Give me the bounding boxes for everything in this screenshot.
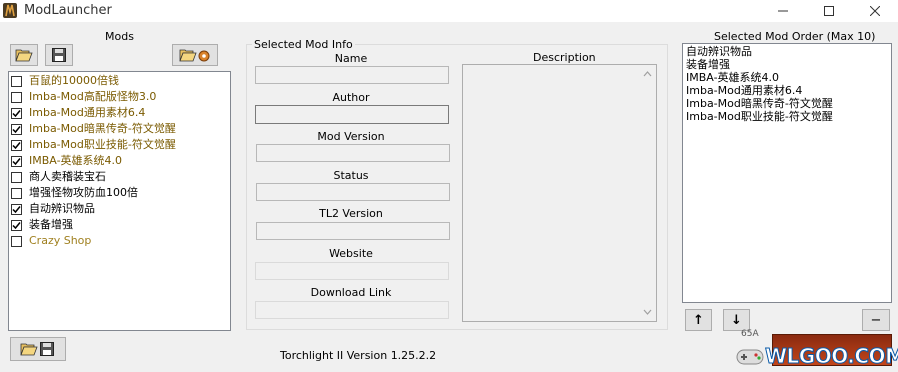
close-icon xyxy=(870,6,880,16)
gamepad-icon xyxy=(736,349,764,365)
watermark-text: WLGOO.COM xyxy=(764,344,898,369)
description-label: Description xyxy=(533,51,596,64)
mods-list[interactable]: 百鼠的10000倍钱 Imba-Mod高配版怪物3.0 Imba-Mod通用素材… xyxy=(8,71,231,331)
folder-settings-button[interactable] xyxy=(172,44,218,66)
download-link-field[interactable] xyxy=(255,301,449,319)
name-label: Name xyxy=(334,52,368,65)
author-label: Author xyxy=(332,91,370,104)
order-item[interactable]: IMBA-英雄系统4.0 xyxy=(686,71,779,84)
download-link-label: Download Link xyxy=(310,286,392,299)
mod-item[interactable]: Imba-Mod通用素材6.4 xyxy=(11,105,145,121)
description-box[interactable] xyxy=(462,64,657,322)
mod-label: Imba-Mod暗黑传奇-符文觉醒 xyxy=(29,122,176,135)
mod-checkbox[interactable] xyxy=(11,75,22,87)
mod-order-list[interactable]: 自动辨识物品 装备增强 IMBA-英雄系统4.0 Imba-Mod通用素材6.4… xyxy=(682,43,892,303)
folder-gear-icon xyxy=(179,49,210,62)
mod-item[interactable]: IMBA-英雄系统4.0 xyxy=(11,153,122,169)
footer-folder-save-button[interactable] xyxy=(10,337,66,361)
mod-item[interactable]: 装备增强 xyxy=(11,217,73,233)
mod-checkbox[interactable] xyxy=(11,139,22,151)
mod-label: 增强怪物攻防血100倍 xyxy=(29,186,138,199)
watermark: 65A WLGOO.COM xyxy=(735,328,898,372)
mod-checkbox[interactable] xyxy=(11,123,22,135)
mod-checkbox[interactable] xyxy=(11,107,22,119)
mod-label: Crazy Shop xyxy=(29,234,92,247)
checkmark-icon xyxy=(12,221,21,229)
order-item[interactable]: Imba-Mod通用素材6.4 xyxy=(686,84,802,97)
minimize-icon xyxy=(778,10,788,12)
open-folder-button[interactable] xyxy=(10,44,38,66)
checkmark-icon xyxy=(12,125,21,133)
order-item[interactable]: 自动辨识物品 xyxy=(686,45,752,58)
mod-item[interactable]: 增强怪物攻防血100倍 xyxy=(11,185,138,201)
mod-label: IMBA-英雄系统4.0 xyxy=(29,154,123,167)
save-button[interactable] xyxy=(45,44,73,66)
mod-version-label: Mod Version xyxy=(317,130,385,143)
window-title: ModLauncher xyxy=(24,3,112,18)
mod-version-field[interactable] xyxy=(256,144,450,162)
checkmark-icon xyxy=(12,109,21,117)
mod-item[interactable]: Crazy Shop xyxy=(11,233,91,249)
mod-checkbox[interactable] xyxy=(11,155,22,167)
status-field[interactable] xyxy=(256,183,450,201)
mod-checkbox[interactable] xyxy=(11,187,22,199)
checkmark-icon xyxy=(12,141,21,149)
minimize-button[interactable] xyxy=(760,0,806,22)
maximize-button[interactable] xyxy=(806,0,852,22)
order-item[interactable]: 装备增强 xyxy=(686,58,730,71)
app-icon xyxy=(3,3,17,18)
mod-label: Imba-Mod高配版怪物3.0 xyxy=(29,90,157,103)
floppy-disk-icon xyxy=(52,48,66,62)
mod-checkbox[interactable] xyxy=(11,171,22,183)
minus-icon: − xyxy=(870,312,882,328)
maximize-icon xyxy=(824,6,834,16)
close-button[interactable] xyxy=(852,0,898,22)
arrow-down-icon: ↓ xyxy=(731,312,742,328)
checkmark-icon xyxy=(12,205,21,213)
mod-label: 百鼠的10000倍钱 xyxy=(29,74,119,87)
mod-item[interactable]: 商人卖稽装宝石 xyxy=(11,169,106,185)
mod-label: Imba-Mod通用素材6.4 xyxy=(29,106,146,119)
mod-item[interactable]: 百鼠的10000倍钱 xyxy=(11,73,119,89)
name-field[interactable] xyxy=(255,66,449,84)
tl2-version-label: TL2 Version xyxy=(319,207,383,220)
checkmark-icon xyxy=(12,157,21,165)
mod-info-title: Selected Mod Info xyxy=(252,38,355,51)
mod-item[interactable]: Imba-Mod暗黑传奇-符文觉醒 xyxy=(11,121,176,137)
mod-checkbox[interactable] xyxy=(11,219,22,231)
mod-checkbox[interactable] xyxy=(11,203,22,215)
mod-label: 商人卖稽装宝石 xyxy=(29,170,106,183)
description-scrollbar[interactable] xyxy=(639,65,656,321)
arrow-up-icon: ↑ xyxy=(693,312,704,328)
mod-item[interactable]: 自动辨识物品 xyxy=(11,201,95,217)
order-title: Selected Mod Order (Max 10) xyxy=(714,30,876,43)
move-up-button[interactable]: ↑ xyxy=(685,309,712,331)
website-label: Website xyxy=(329,247,373,260)
folder-open-icon xyxy=(15,49,33,62)
watermark-small-text: 65A xyxy=(741,329,759,339)
mod-item[interactable]: Imba-Mod职业技能-符文觉醒 xyxy=(11,137,176,153)
scroll-up-icon[interactable] xyxy=(639,67,656,81)
mod-label: Imba-Mod职业技能-符文觉醒 xyxy=(29,138,176,151)
title-bar: ModLauncher xyxy=(0,0,898,22)
mod-checkbox[interactable] xyxy=(11,91,22,103)
website-field[interactable] xyxy=(255,262,449,280)
mod-label: 自动辨识物品 xyxy=(29,202,95,215)
folder-save-icon xyxy=(20,342,54,356)
tl2-version-field[interactable] xyxy=(256,222,450,240)
author-field[interactable] xyxy=(255,105,449,124)
scroll-down-icon[interactable] xyxy=(639,305,656,319)
mod-item[interactable]: Imba-Mod高配版怪物3.0 xyxy=(11,89,156,105)
order-item[interactable]: Imba-Mod职业技能-符文觉醒 xyxy=(686,110,833,123)
status-label: Status xyxy=(333,169,369,182)
mod-checkbox[interactable] xyxy=(11,235,22,247)
mods-title: Mods xyxy=(105,30,134,43)
game-version-text: Torchlight II Version 1.25.2.2 xyxy=(280,349,437,362)
mod-label: 装备增强 xyxy=(29,218,73,231)
order-item[interactable]: Imba-Mod暗黑传奇-符文觉醒 xyxy=(686,97,833,110)
